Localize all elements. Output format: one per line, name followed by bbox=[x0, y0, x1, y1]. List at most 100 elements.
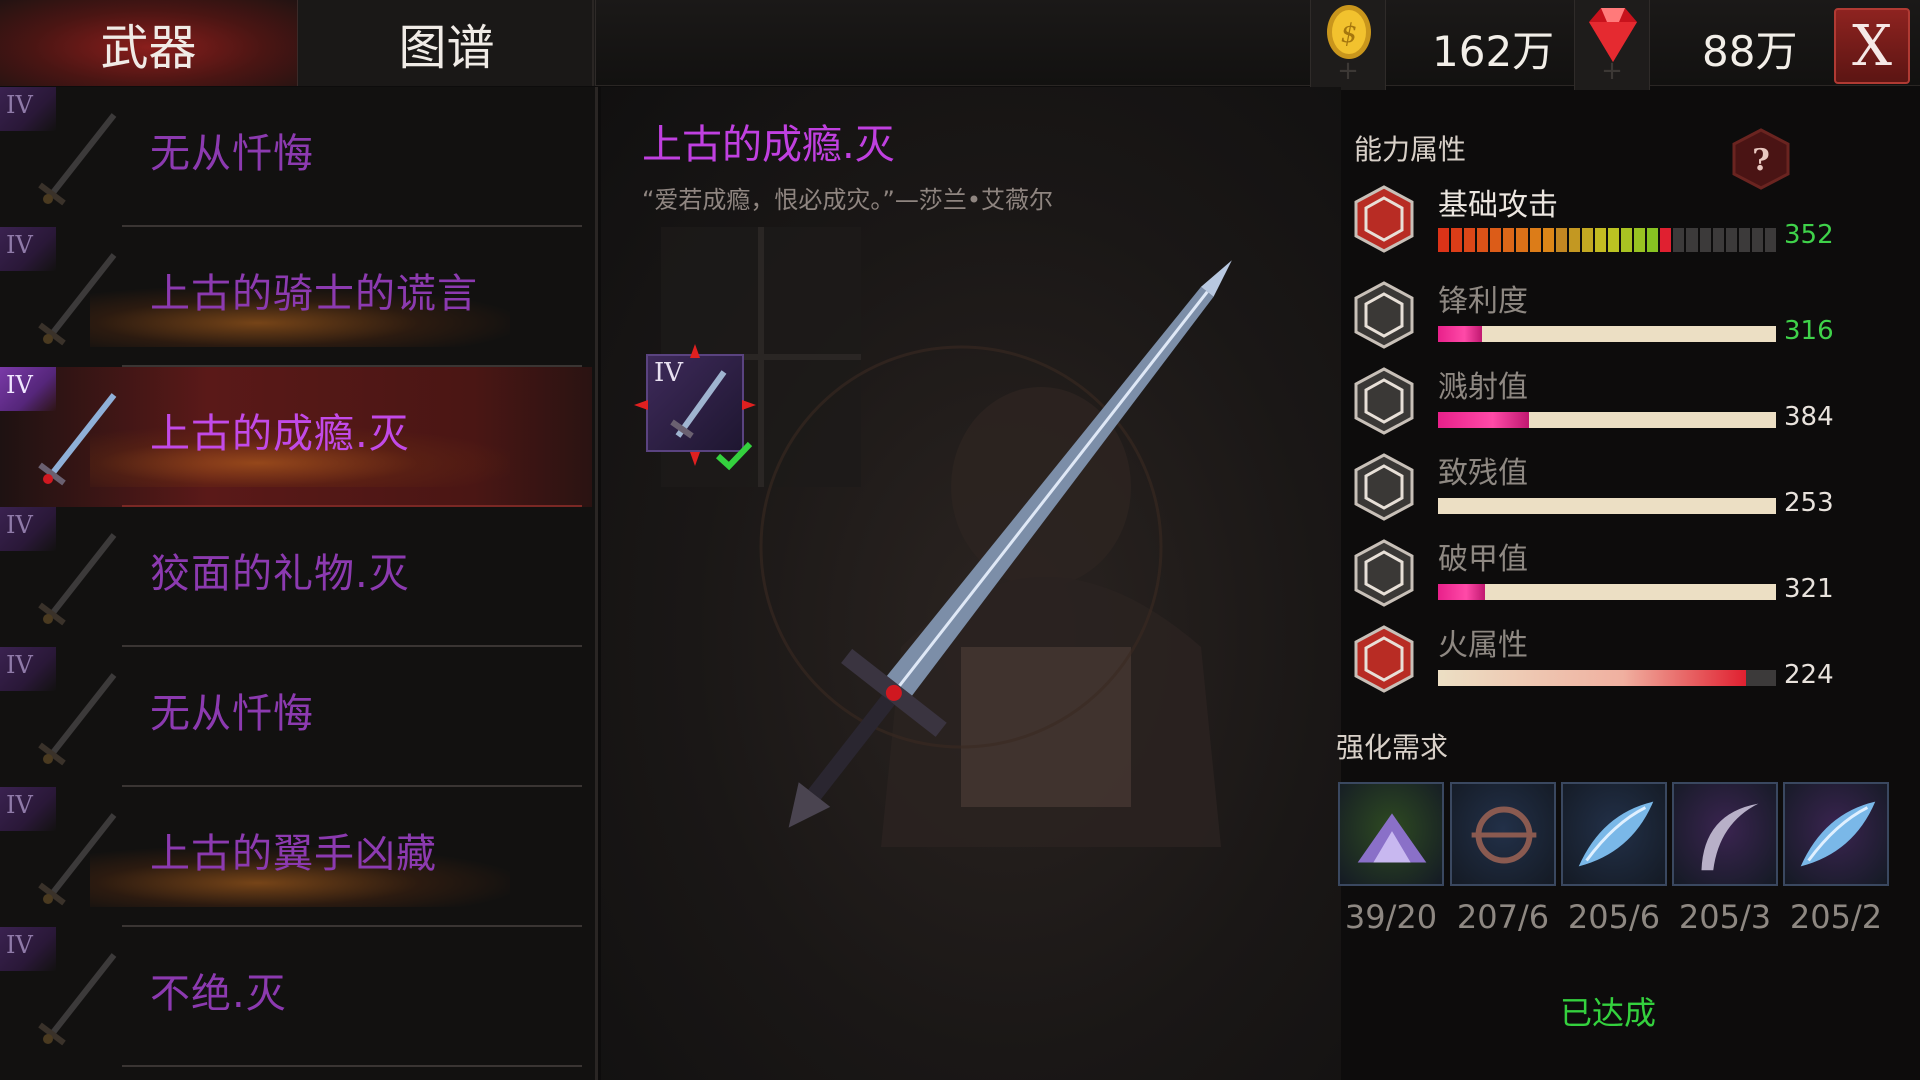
material-slot[interactable] bbox=[1450, 782, 1556, 886]
weapon-name: 上古的翼手凶藏 bbox=[150, 831, 437, 877]
wheel-part-icon bbox=[1471, 806, 1537, 864]
attack-bar bbox=[1438, 228, 1777, 252]
stat-bar-fill bbox=[1438, 326, 1482, 342]
stat-label: 溅射值 bbox=[1438, 370, 1528, 405]
bar-segment bbox=[1555, 228, 1567, 252]
stat-value: 253 bbox=[1784, 488, 1834, 518]
gem-amount: 88万 bbox=[1702, 27, 1798, 76]
purple-dust-icon bbox=[1357, 813, 1427, 863]
bar-segment bbox=[1738, 228, 1750, 252]
weapon-thumbnail-icon bbox=[38, 113, 117, 206]
bar-segment bbox=[1660, 228, 1672, 252]
material-count: 39/20 bbox=[1344, 898, 1438, 936]
stat-bar bbox=[1438, 584, 1776, 600]
stat-row: 致残值 253 bbox=[1352, 448, 1834, 528]
stat-bar-fill bbox=[1438, 412, 1530, 428]
bar-segment bbox=[1712, 228, 1724, 252]
weapon-thumbnail-icon bbox=[38, 813, 117, 906]
gold-amount: 162万 bbox=[1432, 27, 1555, 76]
tab-weapons[interactable]: 武器 bbox=[0, 0, 298, 86]
fire-icon bbox=[1354, 625, 1414, 693]
bar-segment bbox=[1542, 228, 1554, 252]
blue-feather-icon bbox=[1578, 801, 1654, 867]
weapon-list-item[interactable]: IV 上古的翼手凶藏 bbox=[0, 787, 592, 927]
material-slot[interactable] bbox=[1561, 782, 1667, 886]
bar-segment bbox=[1503, 228, 1515, 252]
stat-bar-fill bbox=[1438, 584, 1486, 600]
weapon-list-item[interactable]: IV 狡面的礼物.灭 bbox=[0, 507, 592, 647]
bar-segment bbox=[1581, 228, 1593, 252]
upgrade-title: 强化需求 bbox=[1336, 731, 1449, 764]
curved-blade-icon bbox=[1701, 803, 1759, 871]
tab-atlas[interactable]: 图谱 bbox=[298, 0, 596, 86]
stat-label: 锋利度 bbox=[1438, 284, 1528, 319]
bar-segment bbox=[1608, 228, 1620, 252]
stat-row: 火属性 224 bbox=[1352, 620, 1834, 700]
weapon-list-item[interactable]: IV 无从忏悔 bbox=[0, 87, 592, 227]
bar-segment bbox=[1751, 228, 1763, 252]
stat-row: 破甲值 321 bbox=[1352, 534, 1834, 614]
weapon-name: 无从忏悔 bbox=[150, 691, 314, 737]
bar-segment bbox=[1621, 228, 1633, 252]
upgrade-status: 已达成 bbox=[1560, 994, 1657, 1032]
stat-row: 溅射值 384 bbox=[1352, 362, 1834, 442]
stat-value: 316 bbox=[1784, 316, 1834, 346]
bar-segment bbox=[1634, 228, 1646, 252]
svg-text:$: $ bbox=[1341, 19, 1358, 49]
checkmark-icon bbox=[715, 441, 753, 471]
gem-add-button[interactable]: + bbox=[1574, 0, 1650, 90]
weapon-list-item[interactable]: IV 上古的成瘾.灭 bbox=[0, 367, 592, 507]
stat-row: 锋利度 316 bbox=[1352, 276, 1834, 356]
stat-value: 352 bbox=[1784, 220, 1834, 250]
bar-segment bbox=[1529, 228, 1541, 252]
bar-segment bbox=[1451, 228, 1463, 252]
blue-feather-icon bbox=[1800, 801, 1876, 867]
bar-segment bbox=[1686, 228, 1698, 252]
stat-bar bbox=[1438, 498, 1776, 514]
weapon-thumbnail-icon bbox=[38, 393, 117, 486]
stat-label: 致残值 bbox=[1438, 456, 1528, 491]
bar-segment bbox=[1568, 228, 1580, 252]
material-slot[interactable] bbox=[1783, 782, 1889, 886]
divider bbox=[592, 0, 594, 86]
stat-value: 384 bbox=[1784, 402, 1834, 432]
bar-segment bbox=[1725, 228, 1737, 252]
bar-segment bbox=[1673, 228, 1685, 252]
bar-segment bbox=[1464, 228, 1476, 252]
bar-segment bbox=[1438, 228, 1450, 252]
sword-attack-icon bbox=[1354, 185, 1414, 253]
material-slot[interactable] bbox=[1338, 782, 1444, 886]
weapon-list-item[interactable]: IV 无从忏悔 bbox=[0, 647, 592, 787]
weapon-thumbnail-icon bbox=[38, 533, 117, 626]
close-button[interactable]: X bbox=[1834, 8, 1910, 84]
stat-row: 基础攻击 352 bbox=[1352, 180, 1834, 260]
stat-bar bbox=[1438, 670, 1776, 686]
weapon-list-item[interactable]: IV 不绝.灭 bbox=[0, 927, 592, 1067]
weapon-name: 上古的成瘾.灭 bbox=[150, 411, 410, 457]
weapon-list: IV 无从忏悔 IV 上古的骑士的谎言 IV 上古的成瘾.灭 IV 狡面的礼物.灭 IV 无从忏悔… bbox=[0, 87, 598, 1080]
weapon-name: 狡面的礼物.灭 bbox=[150, 551, 410, 597]
weapon-name: 不绝.灭 bbox=[150, 971, 287, 1017]
stat-bar-fill bbox=[1438, 670, 1746, 686]
gold-add-button[interactable]: $ + bbox=[1310, 0, 1386, 90]
bar-segment bbox=[1490, 228, 1502, 252]
bar-segment bbox=[1516, 228, 1528, 252]
stat-value: 321 bbox=[1784, 574, 1834, 604]
weapon-name: 无从忏悔 bbox=[150, 131, 314, 177]
top-bar: 武器 图谱 $ + 162万 + 88万 X bbox=[0, 0, 1920, 90]
weapon-list-item[interactable]: IV 上古的骑士的谎言 bbox=[0, 227, 592, 367]
divider bbox=[122, 1065, 582, 1067]
material-slot[interactable] bbox=[1672, 782, 1778, 886]
bar-segment bbox=[1647, 228, 1659, 252]
stat-bar bbox=[1438, 412, 1776, 428]
weapon-illustration bbox=[661, 227, 1232, 847]
weapon-name: 上古的骑士的谎言 bbox=[150, 271, 478, 317]
weapon-title: 上古的成瘾.灭 bbox=[642, 122, 895, 168]
weapon-thumbnail-icon bbox=[38, 673, 117, 766]
stat-label: 火属性 bbox=[1438, 628, 1528, 663]
stat-label: 破甲值 bbox=[1438, 542, 1528, 577]
material-count: 205/6 bbox=[1567, 898, 1661, 936]
plus-icon: + bbox=[1601, 56, 1623, 86]
sharpness-icon bbox=[1354, 281, 1414, 349]
stat-value: 224 bbox=[1784, 660, 1834, 690]
